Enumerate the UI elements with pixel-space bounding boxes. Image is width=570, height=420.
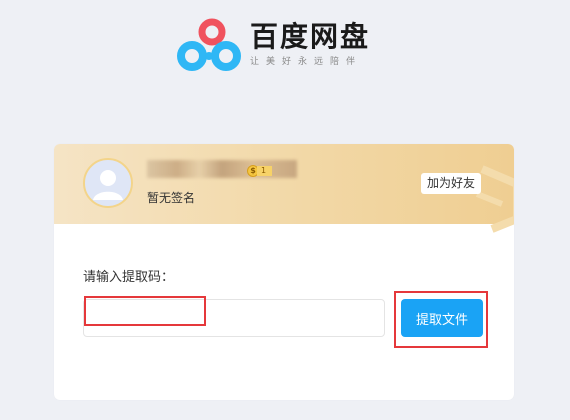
baidu-netdisk-logo-icon <box>177 18 241 71</box>
brand-title: 百度网盘 <box>250 20 371 53</box>
user-signature: 暂无签名 <box>147 191 196 205</box>
username-blurred <box>147 160 297 178</box>
level-number: 1 <box>257 166 273 176</box>
brand-slogan: 让美好永远陪伴 <box>250 57 363 67</box>
input-highlight-box <box>84 296 206 326</box>
extract-code-label: 请输入提取码： <box>83 270 175 285</box>
level-badge: $ 1 <box>247 165 273 177</box>
brand-text: 百度网盘 让美好永远陪伴 <box>250 20 370 68</box>
button-highlight-box <box>394 291 488 348</box>
share-card: $ 1 暂无签名 加为好友 请输入提取码： 提取文件 <box>54 144 514 400</box>
sharer-header: $ 1 暂无签名 加为好友 <box>54 144 514 233</box>
brand-logo: 百度网盘 让美好永远陪伴 <box>176 18 370 74</box>
default-user-icon <box>93 170 123 200</box>
avatar <box>83 158 133 208</box>
add-friend-button[interactable]: 加为好友 <box>421 173 482 194</box>
